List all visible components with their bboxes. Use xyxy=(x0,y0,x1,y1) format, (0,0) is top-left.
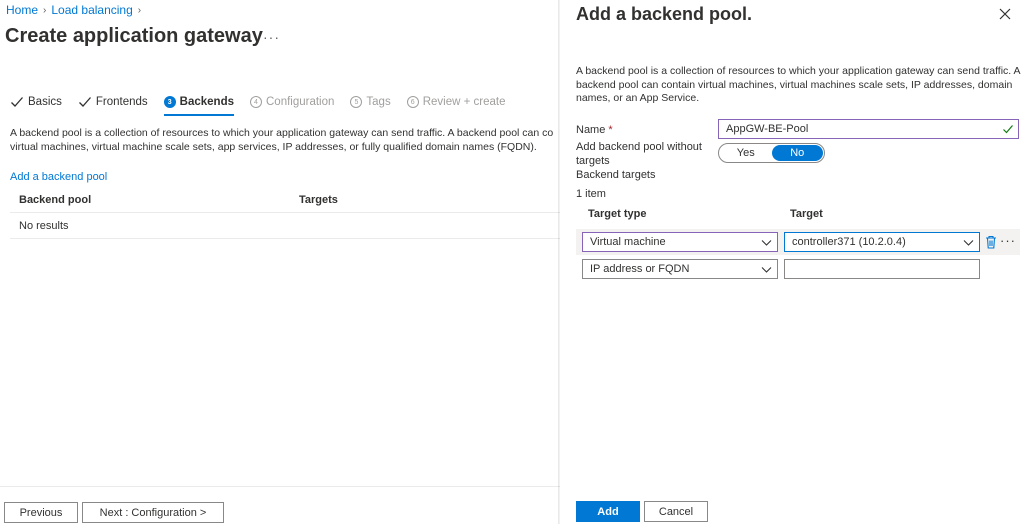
toggle-no-option[interactable]: No xyxy=(771,145,823,161)
required-asterisk: * xyxy=(608,124,613,136)
step-number-badge: 5 xyxy=(350,96,363,108)
target-value: controller371 (10.2.0.4) xyxy=(792,236,906,248)
checkmark-icon xyxy=(11,97,23,107)
without-targets-toggle[interactable]: Yes No xyxy=(718,143,825,163)
chevron-down-icon xyxy=(761,240,772,246)
column-target-type: Target type xyxy=(588,208,647,220)
breadcrumb: Home › Load balancing › xyxy=(6,3,141,17)
tab-backends[interactable]: 3 Backends xyxy=(163,91,235,116)
column-targets[interactable]: Targets xyxy=(290,194,338,206)
backend-pool-grid: Backend pool Targets No results xyxy=(10,187,560,239)
add-backend-pool-panel: Add a backend pool. A backend pool is a … xyxy=(560,0,1024,524)
breadcrumb-load-balancing[interactable]: Load balancing xyxy=(51,3,132,17)
tab-label: Configuration xyxy=(266,96,335,108)
wizard-tabs: Basics Frontends 3 Backends 4 Configurat… xyxy=(10,91,521,116)
tab-tags[interactable]: 5 Tags xyxy=(350,91,391,113)
item-count: 1 item xyxy=(576,188,606,200)
valid-check-icon xyxy=(1003,125,1013,134)
name-label: Name * xyxy=(576,124,613,136)
chevron-down-icon xyxy=(761,267,772,273)
step-number-badge: 6 xyxy=(406,96,419,108)
delete-icon[interactable] xyxy=(985,235,997,249)
add-button[interactable]: Add xyxy=(576,501,640,522)
description-line: A backend pool is a collection of resour… xyxy=(10,127,554,139)
name-input[interactable]: AppGW-BE-Pool xyxy=(718,119,1019,139)
breadcrumb-home[interactable]: Home xyxy=(6,3,38,17)
page-title: Create application gateway xyxy=(5,25,263,47)
column-target: Target xyxy=(790,208,823,220)
tab-configuration[interactable]: 4 Configuration xyxy=(250,91,334,113)
chevron-down-icon xyxy=(963,240,974,246)
more-options-icon[interactable]: ··· xyxy=(263,29,280,45)
grid-header: Backend pool Targets xyxy=(10,187,560,213)
empty-row: No results xyxy=(10,213,560,239)
backend-targets-label: Backend targets xyxy=(576,169,656,181)
name-input-value: AppGW-BE-Pool xyxy=(726,123,809,135)
target-input[interactable] xyxy=(784,259,980,279)
add-backend-pool-link[interactable]: Add a backend pool xyxy=(10,171,107,183)
step-number-badge: 3 xyxy=(163,96,176,108)
chevron-right-icon: › xyxy=(43,4,47,16)
name-label-text: Name xyxy=(576,124,606,136)
tab-review-create[interactable]: 6 Review + create xyxy=(406,91,506,113)
tab-label: Frontends xyxy=(95,96,148,108)
previous-button[interactable]: Previous xyxy=(4,502,78,523)
backend-description: A backend pool is a collection of resour… xyxy=(10,126,558,154)
tab-label: Tags xyxy=(366,96,391,108)
close-icon[interactable] xyxy=(998,7,1012,21)
target-type-value: IP address or FQDN xyxy=(590,263,690,275)
targets-table-header: Target type Target xyxy=(588,208,1008,220)
target-type-value: Virtual machine xyxy=(590,236,666,248)
create-gateway-page: Home › Load balancing › Create applicati… xyxy=(0,0,560,524)
step-number-badge: 4 xyxy=(250,96,262,108)
panel-description: A backend pool is a collection of resour… xyxy=(576,65,1020,104)
tab-frontends[interactable]: Frontends xyxy=(78,91,148,113)
tab-basics[interactable]: Basics xyxy=(10,91,62,113)
tab-label: Backends xyxy=(179,96,234,108)
next-configuration-button[interactable]: Next : Configuration > xyxy=(82,502,224,523)
panel-title: Add a backend pool. xyxy=(576,4,753,24)
target-type-select[interactable]: Virtual machine xyxy=(582,232,778,252)
tab-label: Basics xyxy=(28,96,62,108)
column-backend-pool[interactable]: Backend pool xyxy=(10,194,290,206)
checkmark-icon xyxy=(78,97,91,107)
chevron-right-icon: › xyxy=(137,4,142,16)
target-select[interactable]: controller371 (10.2.0.4) xyxy=(784,232,980,252)
wizard-footer: Previous Next : Configuration > xyxy=(0,486,560,524)
target-type-select[interactable]: IP address or FQDN xyxy=(582,259,778,279)
tab-label: Review + create xyxy=(422,96,506,108)
description-line: virtual machines, virtual machine scale … xyxy=(10,141,537,153)
cancel-button[interactable]: Cancel xyxy=(644,501,708,522)
without-targets-label: Add backend pool without targets xyxy=(576,141,702,167)
toggle-yes-option[interactable]: Yes xyxy=(720,145,772,161)
row-more-options-icon[interactable]: ··· xyxy=(1000,233,1016,248)
